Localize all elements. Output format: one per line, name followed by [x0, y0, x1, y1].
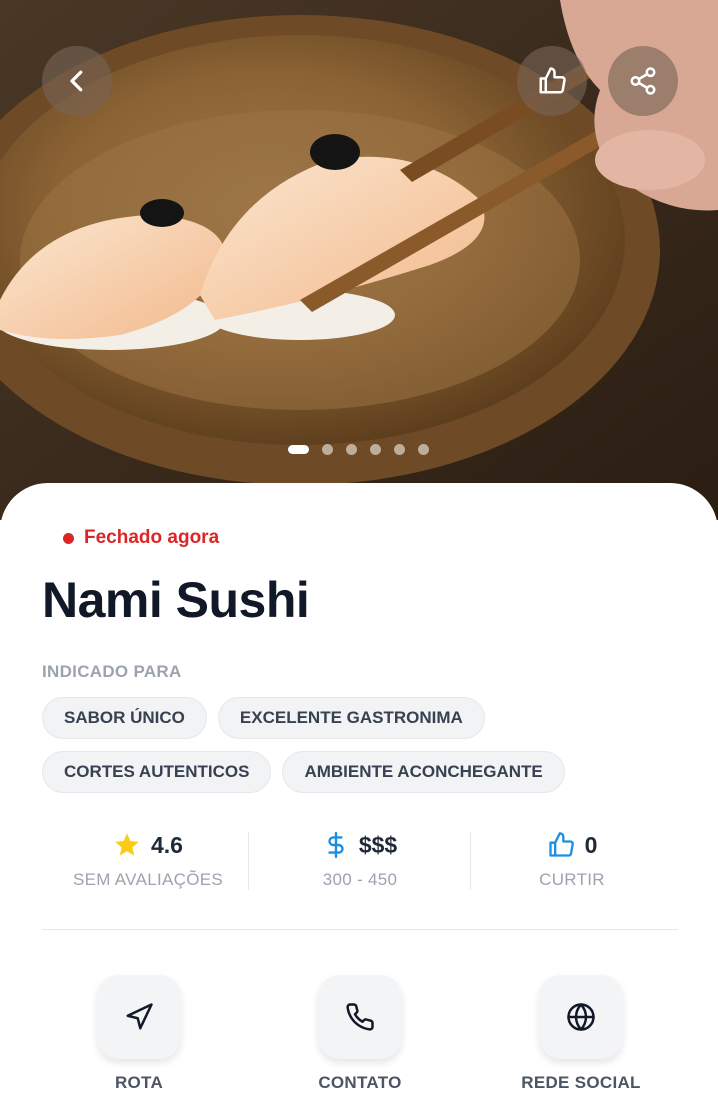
carousel-dot[interactable] — [394, 444, 405, 455]
price-range: 300 - 450 — [322, 870, 398, 889]
phone-icon — [346, 1003, 374, 1031]
contact-button-box[interactable] — [318, 975, 402, 1059]
restaurant-name: Nami Sushi — [42, 572, 310, 628]
route-button[interactable]: ROTA — [69, 975, 209, 1093]
share-icon — [630, 67, 656, 95]
price-level: $$$ — [358, 831, 398, 858]
carousel-indicator — [288, 444, 429, 455]
likes-stat[interactable]: 0 CURTIR — [466, 828, 678, 890]
recommended-label: INDICADO PARA — [42, 662, 182, 681]
tag-chip: AMBIENTE ACONCHEGANTE — [282, 751, 565, 793]
rating-subtitle: SEM AVALIAÇÕES — [72, 870, 223, 889]
social-network-label: REDE SOCIAL — [521, 1073, 641, 1092]
rating-stat: 4.6 SEM AVALIAÇÕES — [42, 828, 254, 890]
carousel-dot[interactable] — [288, 445, 309, 454]
route-button-box[interactable] — [97, 975, 181, 1059]
status-dot-icon — [63, 532, 74, 544]
navigation-arrow-icon — [126, 1003, 153, 1030]
likes-label: CURTIR — [539, 870, 605, 889]
carousel-dot[interactable] — [346, 444, 357, 455]
like-button[interactable] — [517, 46, 587, 116]
social-network-button-box[interactable] — [539, 975, 623, 1059]
price-stat: $$$ 300 - 450 — [254, 828, 466, 890]
share-button[interactable] — [608, 46, 678, 116]
route-label: ROTA — [114, 1073, 164, 1092]
contact-label: CONTATO — [318, 1073, 402, 1092]
dollar-icon — [328, 831, 344, 859]
globe-icon — [567, 1003, 595, 1031]
status-text: Fechado agora — [84, 527, 220, 548]
thumbs-up-icon — [539, 67, 566, 94]
thumbs-up-icon — [548, 832, 574, 857]
star-icon — [115, 833, 139, 856]
divider — [248, 832, 249, 890]
restaurant-details-card: Fechado agora Nami Sushi INDICADO PARA S… — [0, 483, 718, 1105]
back-button[interactable] — [42, 46, 112, 116]
social-network-button[interactable]: REDE SOCIAL — [511, 975, 651, 1093]
contact-button[interactable]: CONTATO — [290, 975, 430, 1093]
chevron-left-icon — [70, 70, 83, 92]
stats-row: 4.6 SEM AVALIAÇÕES $$$ 300 - 450 0 CURTI… — [42, 818, 678, 930]
carousel-dot[interactable] — [418, 444, 429, 455]
carousel-dot[interactable] — [322, 444, 333, 455]
recommended-tags: SABOR ÚNICO EXCELENTE GASTRONIMA CORTES … — [42, 697, 682, 793]
tag-chip: SABOR ÚNICO — [42, 697, 207, 739]
opening-status: Fechado agora — [63, 527, 219, 549]
rating-value: 4.6 — [151, 831, 183, 858]
tag-chip: EXCELENTE GASTRONIMA — [217, 697, 485, 739]
likes-count: 0 — [584, 831, 598, 858]
carousel-dot[interactable] — [370, 444, 381, 455]
hero-image-carousel[interactable] — [0, 0, 718, 520]
tag-chip: CORTES AUTENTICOS — [42, 751, 272, 793]
